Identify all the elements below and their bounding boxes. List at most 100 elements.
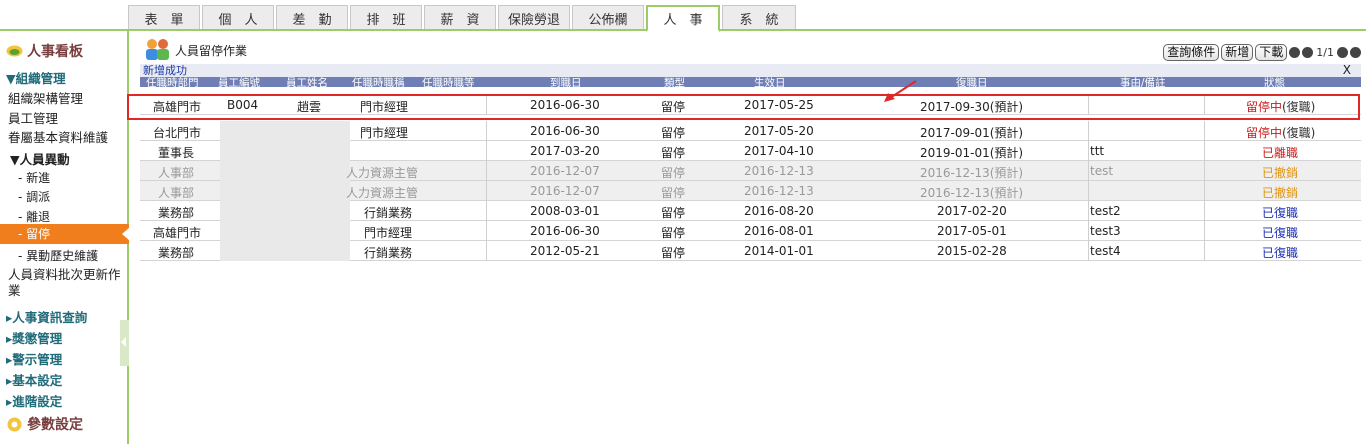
sidebar-section-basic-settings[interactable]: ▸基本設定 bbox=[6, 370, 62, 389]
tab-scheduling[interactable]: 排 班 bbox=[350, 5, 422, 30]
tab-system[interactable]: 系 統 bbox=[722, 5, 796, 30]
table-row[interactable]: 高雄門市 門市經理 2016-06-30 留停 2016-08-01 2017-… bbox=[140, 221, 1361, 241]
tab-hr[interactable]: 人 事 bbox=[646, 5, 720, 32]
sidebar-section-rewards[interactable]: ▸獎懲管理 bbox=[6, 328, 62, 347]
table-row[interactable]: 業務部 行銷業務 2012-05-21 留停 2014-01-01 2015-0… bbox=[140, 241, 1361, 261]
cell-effective-date: 2016-12-13 bbox=[744, 164, 814, 178]
cell-effective-date: 2016-12-13 bbox=[744, 184, 814, 198]
first-page-icon[interactable] bbox=[1289, 47, 1301, 58]
cell-hire-date: 2016-06-30 bbox=[530, 224, 600, 238]
sidebar-item-resign[interactable]: - 離退 bbox=[18, 208, 50, 225]
column-divider bbox=[486, 181, 487, 201]
sidebar-item-transfer[interactable]: - 調派 bbox=[18, 188, 50, 205]
cell-status: 已撤銷 bbox=[1262, 186, 1299, 200]
col-effective-date[interactable]: 生效日 bbox=[754, 77, 786, 87]
table-row[interactable]: 台北門市 門市經理 2016-06-30 留停 2017-05-20 2017-… bbox=[140, 121, 1361, 141]
query-conditions-button[interactable]: 查詢條件 bbox=[1163, 44, 1220, 61]
table-row[interactable]: 董事長 2017-03-20 留停 2017-04-10 2019-01-01(… bbox=[140, 141, 1361, 161]
cell-reason: test3 bbox=[1090, 224, 1121, 238]
col-dept[interactable]: 任職時部門 bbox=[146, 77, 199, 87]
column-divider bbox=[1204, 221, 1205, 241]
redacted-cells bbox=[220, 141, 350, 161]
column-divider bbox=[486, 241, 487, 261]
cell-hire-date: 2017-03-20 bbox=[530, 144, 600, 158]
tab-forms[interactable]: 表 單 bbox=[128, 5, 200, 30]
sidebar-item-batch-update[interactable]: 人員資料批次更新作業 bbox=[8, 267, 123, 299]
redacted-cells bbox=[220, 201, 350, 221]
column-divider bbox=[1204, 201, 1205, 221]
cell-status: 已撤銷 bbox=[1262, 166, 1299, 180]
cell-status: 已復職 bbox=[1262, 226, 1299, 240]
cell-type: 留停 bbox=[661, 246, 686, 260]
sidebar-collapse-handle[interactable] bbox=[120, 320, 129, 366]
cell-type: 留停 bbox=[661, 226, 686, 240]
sidebar-item-change-history[interactable]: - 異動歷史維護 bbox=[18, 247, 98, 264]
sidebar-section-advanced-settings[interactable]: ▸進階設定 bbox=[6, 391, 62, 410]
sidebar-item-employee[interactable]: 員工管理 bbox=[8, 108, 58, 127]
col-return-date[interactable]: 復職日 bbox=[956, 77, 988, 87]
cell-status: 已復職 bbox=[1262, 206, 1299, 220]
col-emp-id[interactable]: 員工編號 bbox=[218, 77, 260, 87]
sidebar-section-org[interactable]: ▼組織管理 bbox=[6, 68, 66, 87]
sidebar-sub-personnel-change[interactable]: ▼人員異動 bbox=[10, 149, 70, 168]
cell-return-date: 2019-01-01(預計) bbox=[920, 146, 1024, 160]
last-page-icon[interactable] bbox=[1350, 47, 1361, 58]
prev-page-icon[interactable] bbox=[1302, 47, 1314, 58]
cell-title: 人力資源主管 bbox=[346, 186, 419, 200]
table-row[interactable]: 業務部 行銷業務 2008-03-01 留停 2016-08-20 2017-0… bbox=[140, 201, 1361, 221]
add-button[interactable]: 新增 bbox=[1221, 44, 1254, 61]
column-divider bbox=[1204, 241, 1205, 261]
cell-title: 人力資源主管 bbox=[346, 166, 419, 180]
cell-type: 留停 bbox=[661, 126, 686, 140]
tab-personal[interactable]: 個 人 bbox=[202, 5, 274, 30]
column-divider bbox=[1088, 201, 1089, 221]
cell-type: 留停 bbox=[661, 146, 686, 160]
cell-effective-date: 2016-08-01 bbox=[744, 224, 814, 238]
col-grade[interactable]: 任職時職等 bbox=[422, 77, 475, 87]
people-icon bbox=[146, 39, 169, 60]
col-type[interactable]: 類型 bbox=[664, 77, 685, 87]
col-reason[interactable]: 事由/備註 bbox=[1120, 77, 1166, 87]
close-icon[interactable]: X bbox=[1343, 64, 1351, 77]
sidebar-item-leave-active[interactable]: - 留停 bbox=[0, 224, 130, 244]
cell-return-date: 2016-12-13(預計) bbox=[920, 186, 1024, 200]
cell-return-date: 2017-09-01(預計) bbox=[920, 126, 1024, 140]
tab-bulletin[interactable]: 公佈欄 bbox=[572, 5, 644, 30]
cell-status: 留停中 bbox=[1246, 126, 1283, 140]
sidebar-item-org-structure[interactable]: 組織架構管理 bbox=[8, 88, 83, 107]
sidebar-header-hr-dashboard[interactable]: 人事看板 bbox=[6, 41, 83, 61]
column-divider bbox=[1204, 181, 1205, 201]
next-page-icon[interactable] bbox=[1337, 47, 1348, 58]
col-title[interactable]: 任職時職稱 bbox=[352, 77, 405, 87]
redacted-cells bbox=[220, 181, 350, 201]
tab-insurance[interactable]: 保險勞退 bbox=[498, 5, 570, 30]
tab-attendance[interactable]: 差 勤 bbox=[276, 5, 348, 30]
cell-dept: 人事部 bbox=[158, 186, 195, 200]
sidebar-item-new-hire[interactable]: - 新進 bbox=[18, 169, 50, 186]
sidebar-item-dependents[interactable]: 眷屬基本資料維護 bbox=[8, 127, 108, 146]
column-divider bbox=[1088, 241, 1089, 261]
sidebar-section-alerts[interactable]: ▸警示管理 bbox=[6, 349, 62, 368]
sidebar-header-parameters[interactable]: 參數設定 bbox=[6, 414, 83, 434]
col-status[interactable]: 狀態 bbox=[1264, 77, 1285, 87]
column-divider bbox=[1204, 161, 1205, 181]
table-row[interactable]: 人事部 人力資源主管 2016-12-07 留停 2016-12-13 2016… bbox=[140, 181, 1361, 201]
cell-reason: ttt bbox=[1090, 144, 1105, 158]
cell-hire-date: 2016-06-30 bbox=[530, 124, 600, 138]
cell-dept: 董事長 bbox=[158, 146, 195, 160]
sidebar-section-hr-query[interactable]: ▸人事資訊查詢 bbox=[6, 307, 87, 326]
cell-hire-date: 2016-12-07 bbox=[530, 184, 600, 198]
col-emp-name[interactable]: 員工姓名 bbox=[286, 77, 328, 87]
cell-effective-date: 2017-04-10 bbox=[744, 144, 814, 158]
tab-salary[interactable]: 薪 資 bbox=[424, 5, 496, 30]
cell-type: 留停 bbox=[661, 186, 686, 200]
column-divider bbox=[486, 161, 487, 181]
reinstate-link[interactable]: (復職) bbox=[1282, 124, 1315, 141]
download-button[interactable]: 下載 bbox=[1255, 44, 1288, 61]
leaf-icon bbox=[6, 45, 23, 57]
redacted-cells bbox=[220, 241, 350, 261]
col-hire-date[interactable]: 到職日 bbox=[550, 77, 582, 87]
cell-return-date: 2015-02-28 bbox=[937, 244, 1007, 258]
cell-reason: test bbox=[1090, 164, 1114, 178]
table-row[interactable]: 人事部 人力資源主管 2016-12-07 留停 2016-12-13 2016… bbox=[140, 161, 1361, 181]
